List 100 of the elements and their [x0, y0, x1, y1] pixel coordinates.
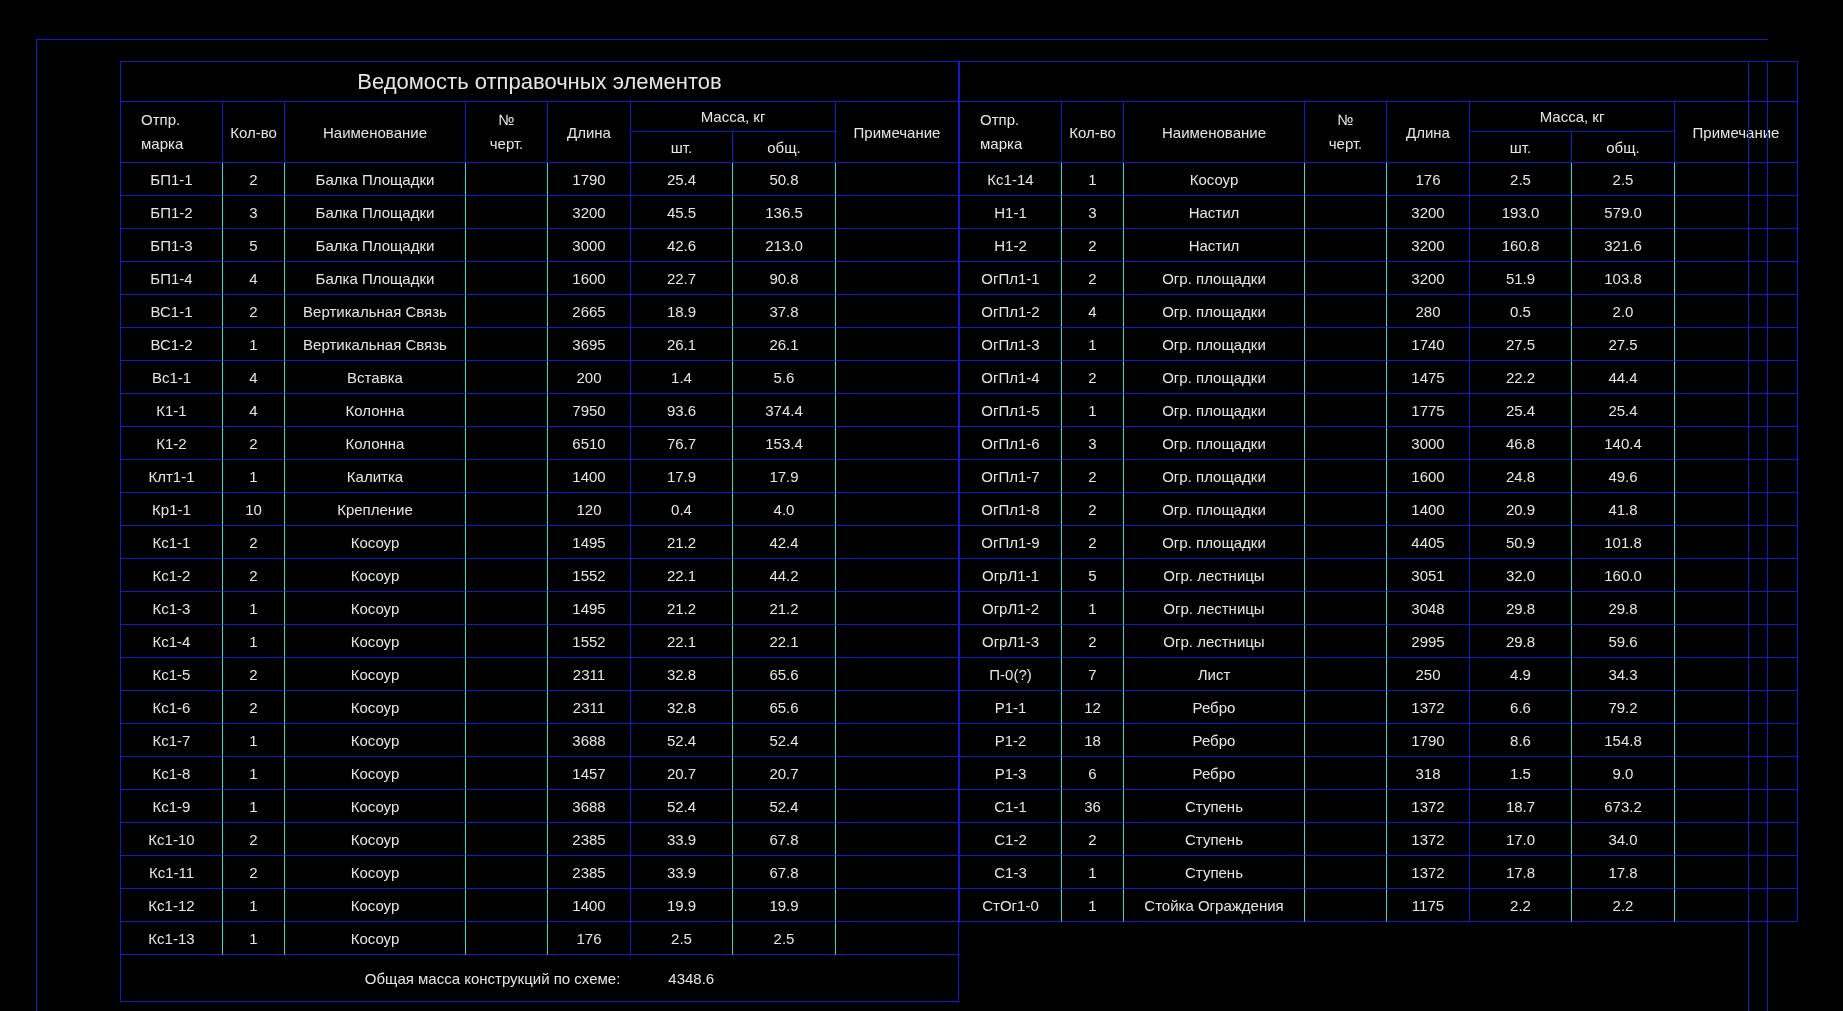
table-cell: Кс1-11 [121, 856, 223, 889]
table-cell: 9.0 [1572, 757, 1675, 790]
table-cell: Кс1-9 [121, 790, 223, 823]
table-cell: 1740 [1387, 328, 1470, 361]
table-cell: 1372 [1387, 790, 1470, 823]
table-cell: С1-3 [960, 856, 1062, 889]
table-cell: ОгрЛ1-3 [960, 625, 1062, 658]
table-cell: 36 [1062, 790, 1124, 823]
table-title: Ведомость отправочных элементов [121, 62, 959, 102]
table-cell: Вертикальная Связь [285, 328, 466, 361]
table-cell: 42.4 [733, 526, 836, 559]
table-cell: ОгПл1-5 [960, 394, 1062, 427]
table-cell: 1790 [548, 163, 631, 196]
table-cell: 1400 [548, 460, 631, 493]
column-header: Масса, кг [631, 102, 836, 132]
table-cell: 1 [1062, 163, 1124, 196]
table-cell: 18 [1062, 724, 1124, 757]
table-cell: 2.5 [1572, 163, 1675, 196]
table-cell: 22.1 [631, 559, 733, 592]
table-cell: 153.4 [733, 427, 836, 460]
table-cell: Кс1-6 [121, 691, 223, 724]
table-cell: 17.0 [1470, 823, 1572, 856]
table-cell: 3688 [548, 790, 631, 823]
table-cell: ОгрЛ1-2 [960, 592, 1062, 625]
table-cell: 50.9 [1470, 526, 1572, 559]
table-cell: Настил [1124, 196, 1305, 229]
column-header: Примечание [836, 102, 959, 163]
table-cell: 20.9 [1470, 493, 1572, 526]
table-cell: 3048 [1387, 592, 1470, 625]
table-cell: Косоур [285, 691, 466, 724]
table-cell: ОгПл1-7 [960, 460, 1062, 493]
table-cell: 2 [223, 658, 285, 691]
table-cell: 2 [1062, 460, 1124, 493]
table-cell: 1457 [548, 757, 631, 790]
table-cell: 1552 [548, 559, 631, 592]
column-header: Кол-во [223, 102, 285, 163]
table-cell: 49.6 [1572, 460, 1675, 493]
table-cell: Балка Площадки [285, 262, 466, 295]
table-cell: Н1-2 [960, 229, 1062, 262]
table-cell: Кс1-2 [121, 559, 223, 592]
table-cell: 2 [1062, 262, 1124, 295]
table-cell: 2 [223, 427, 285, 460]
table-cell: 26.1 [631, 328, 733, 361]
table-cell: Огр. лестницы [1124, 592, 1305, 625]
table-cell: 2 [223, 163, 285, 196]
table-cell: БП1-3 [121, 229, 223, 262]
table-cell: Огр. площадки [1124, 262, 1305, 295]
table-cell: ОгПл1-2 [960, 295, 1062, 328]
table-cell: 34.0 [1572, 823, 1675, 856]
table-cell: 67.8 [733, 856, 836, 889]
table-cell: 44.4 [1572, 361, 1675, 394]
table-cell: К1-1 [121, 394, 223, 427]
table-cell: Косоур [285, 922, 466, 955]
table-cell: 21.2 [631, 592, 733, 625]
table-cell: Колонна [285, 427, 466, 460]
table-cell: 21.2 [631, 526, 733, 559]
table-cell: ОгПл1-4 [960, 361, 1062, 394]
column-header: Масса, кг [1470, 102, 1675, 132]
table-cell: 2311 [548, 658, 631, 691]
table-cell: Огр. площадки [1124, 460, 1305, 493]
table-cell: БП1-2 [121, 196, 223, 229]
table-cell: 1 [223, 625, 285, 658]
table-cell: 65.6 [733, 691, 836, 724]
table-cell: 2 [223, 526, 285, 559]
table-cell: 17.9 [631, 460, 733, 493]
table-cell: 52.4 [733, 790, 836, 823]
column-header: шт. [631, 132, 733, 163]
table-cell: Косоур [285, 526, 466, 559]
table-cell: 2 [223, 559, 285, 592]
table-cell: Кс1-13 [121, 922, 223, 955]
column-header: Длина [548, 102, 631, 163]
table-cell: 1 [223, 328, 285, 361]
table-cell: 2 [1062, 625, 1124, 658]
table-cell: ОгПл1-1 [960, 262, 1062, 295]
table-cell: 6 [1062, 757, 1124, 790]
column-header: Наименование [1124, 102, 1305, 163]
table-cell: ОгПл1-8 [960, 493, 1062, 526]
table-cell: 2 [223, 691, 285, 724]
table-cell: Р1-1 [960, 691, 1062, 724]
table-cell: 4 [223, 394, 285, 427]
total-mass-label: Общая масса конструкций по схеме: [364, 969, 621, 987]
table-cell: 5.6 [733, 361, 836, 394]
table-cell: Н1-1 [960, 196, 1062, 229]
table-cell: Колонна [285, 394, 466, 427]
table-cell: Косоур [285, 889, 466, 922]
table-cell: ВС1-1 [121, 295, 223, 328]
table-cell: 93.6 [631, 394, 733, 427]
table-cell: 154.8 [1572, 724, 1675, 757]
table-cell: 32.8 [631, 658, 733, 691]
table-cell: 1372 [1387, 691, 1470, 724]
table-cell: 1372 [1387, 823, 1470, 856]
column-header: общ. [1572, 132, 1675, 163]
table-cell: 1 [1062, 856, 1124, 889]
table-cell: 42.6 [631, 229, 733, 262]
table-cell: 1 [223, 922, 285, 955]
table-cell: С1-2 [960, 823, 1062, 856]
table-cell: 2.5 [631, 922, 733, 955]
table-cell: 1 [1062, 394, 1124, 427]
table-cell: 1.4 [631, 361, 733, 394]
column-header: общ. [733, 132, 836, 163]
